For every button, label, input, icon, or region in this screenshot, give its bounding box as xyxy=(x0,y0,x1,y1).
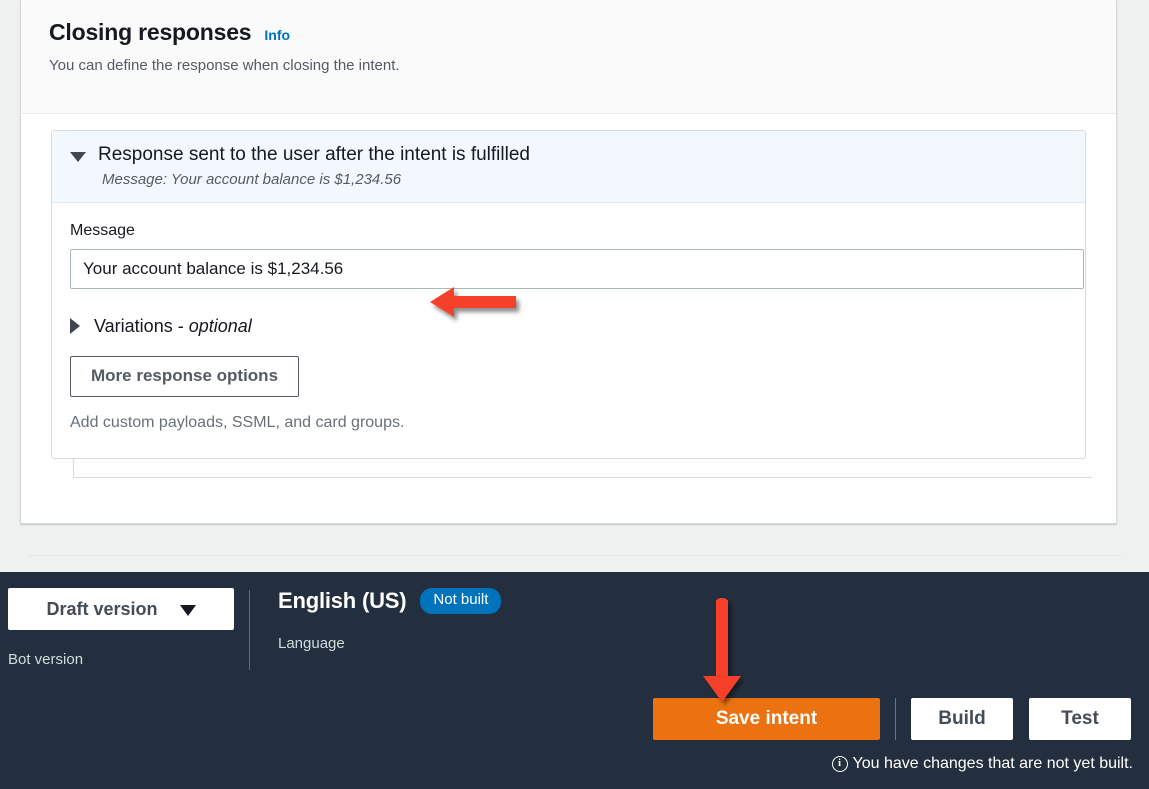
message-input[interactable] xyxy=(70,249,1084,289)
info-icon: i xyxy=(832,756,848,772)
expandable-header[interactable]: Response sent to the user after the inte… xyxy=(52,131,1085,203)
expandable-title: Response sent to the user after the inte… xyxy=(98,144,530,167)
build-status-text: You have changes that are not yet built. xyxy=(853,755,1134,773)
closing-responses-card: Closing responses Info You can define th… xyxy=(20,0,1117,524)
action-button-divider xyxy=(895,698,896,740)
page-title: Closing responses xyxy=(49,20,251,45)
language-column: English (US) Not built Language xyxy=(250,588,523,652)
page-content-area: Closing responses Info You can define th… xyxy=(0,0,1149,572)
language-row: English (US) Not built xyxy=(278,588,501,614)
more-response-options-hint: Add custom payloads, SSML, and card grou… xyxy=(70,414,1067,432)
language-value: English (US) xyxy=(278,588,406,614)
caret-right-icon[interactable] xyxy=(70,318,80,334)
save-intent-button[interactable]: Save intent xyxy=(653,698,880,740)
info-link[interactable]: Info xyxy=(264,27,290,43)
card-body: Response sent to the user after the inte… xyxy=(21,114,1116,459)
more-response-options-button[interactable]: More response options xyxy=(70,356,299,397)
language-caption: Language xyxy=(278,635,501,652)
expandable-connector-tail xyxy=(73,458,93,478)
message-field-label: Message xyxy=(70,222,1067,240)
variations-label-text: Variations - xyxy=(94,316,189,336)
status-badge: Not built xyxy=(420,588,501,614)
section-description: You can define the response when closing… xyxy=(49,56,1088,76)
build-status-message: i You have changes that are not yet buil… xyxy=(832,755,1134,773)
expandable-content: Message Variations - optional More respo… xyxy=(52,203,1085,458)
bot-version-column: Draft version Bot version xyxy=(0,588,249,668)
variations-optional-text: optional xyxy=(189,316,252,336)
expandable-title-row: Response sent to the user after the inte… xyxy=(70,144,1067,167)
card-header: Closing responses Info You can define th… xyxy=(21,0,1116,114)
test-button[interactable]: Test xyxy=(1029,698,1131,740)
expandable-summary: Message: Your account balance is $1,234.… xyxy=(102,171,1067,188)
variations-toggle[interactable]: Variations - optional xyxy=(70,316,252,337)
bot-version-select[interactable]: Draft version xyxy=(8,588,234,630)
bot-version-value: Draft version xyxy=(46,599,157,620)
closing-response-expandable: Response sent to the user after the inte… xyxy=(51,130,1086,459)
title-row: Closing responses Info xyxy=(49,20,1088,45)
caret-down-icon[interactable] xyxy=(70,152,86,162)
footer-info-row: Draft version Bot version English (US) N… xyxy=(0,572,1149,684)
footer-action-buttons: Save intent Build Test xyxy=(653,698,1131,740)
chevron-down-icon[interactable] xyxy=(180,605,196,616)
content-divider xyxy=(28,555,1121,556)
variations-label: Variations - optional xyxy=(94,316,252,337)
bot-footer-bar: Draft version Bot version English (US) N… xyxy=(0,572,1149,789)
build-button[interactable]: Build xyxy=(911,698,1013,740)
bot-version-caption: Bot version xyxy=(8,651,227,668)
